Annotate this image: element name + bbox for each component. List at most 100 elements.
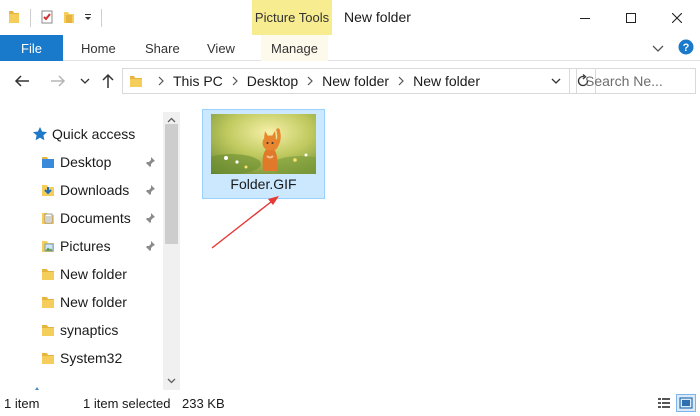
nav-item-label: New folder (60, 266, 127, 282)
partially-visible-item-icon (32, 382, 42, 390)
view-buttons (654, 394, 696, 412)
red-arrow-annotation (211, 196, 279, 249)
close-icon (672, 12, 682, 23)
nav-item-label: System32 (60, 350, 123, 366)
ribbon-tabs: File Home Share View Manage ? (0, 35, 700, 61)
tab-share[interactable]: Share (145, 35, 180, 61)
maximize-icon (626, 12, 636, 23)
breadcrumb-separator[interactable] (307, 76, 314, 86)
toolbar-divider (101, 9, 102, 27)
minimize-button[interactable] (562, 0, 608, 35)
nav-item-label: Pictures (60, 238, 111, 254)
nav-item-system32[interactable]: System32 (40, 347, 122, 369)
desktop-folder-icon (40, 154, 56, 170)
chevron-down-icon (80, 78, 90, 84)
breadcrumb-separator[interactable] (232, 76, 238, 86)
minimize-icon (580, 17, 590, 19)
breadcrumb-new-folder-current[interactable]: New folder (413, 73, 480, 89)
chevron-right-icon (158, 76, 164, 86)
expand-ribbon-button[interactable] (652, 41, 664, 56)
folder-icon (129, 74, 143, 88)
tab-view[interactable]: View (207, 35, 235, 61)
back-arrow-icon (14, 75, 29, 87)
tab-manage[interactable]: Manage (261, 35, 328, 61)
file-item-folder-gif[interactable]: Folder.GIF (202, 109, 325, 199)
selection-size: 233 KB (182, 395, 225, 411)
pin-icon[interactable] (144, 156, 156, 168)
folder-icon (40, 266, 56, 282)
file-list: Folder.GIF (182, 100, 700, 390)
breadcrumb-desktop[interactable]: Desktop (247, 73, 298, 89)
recent-locations-button[interactable] (75, 71, 95, 91)
address-bar[interactable]: This PC Desktop New folder New folder (122, 68, 570, 94)
documents-folder-icon (40, 210, 56, 226)
up-button[interactable] (98, 71, 118, 91)
chevron-right-icon (398, 76, 404, 86)
selection-count: 1 item selected (83, 395, 171, 411)
up-arrow-icon (102, 73, 114, 88)
back-button[interactable] (12, 71, 32, 91)
breadcrumb-separator[interactable] (158, 76, 164, 86)
breadcrumb-this-pc[interactable]: This PC (173, 73, 223, 89)
maximize-button[interactable] (608, 0, 654, 35)
close-button[interactable] (654, 0, 700, 35)
nav-item-new-folder[interactable]: New folder (40, 263, 127, 285)
large-icons-view-button[interactable] (676, 394, 696, 412)
tab-home[interactable]: Home (81, 35, 116, 61)
forward-button[interactable] (48, 71, 68, 91)
title-bar: Picture Tools New folder (0, 0, 700, 35)
scroll-down-button[interactable] (166, 375, 177, 386)
kitten-photo-thumbnail (211, 114, 316, 174)
nav-item-label: Documents (60, 210, 131, 226)
address-row: This PC Desktop New folder New folder Se… (0, 62, 700, 100)
quick-access-toolbar (6, 7, 104, 29)
star-icon (32, 126, 48, 142)
chevron-down-icon (652, 45, 664, 52)
pin-icon[interactable] (144, 184, 156, 196)
pictures-folder-icon (40, 238, 56, 254)
properties-icon[interactable] (39, 9, 55, 28)
tab-file[interactable]: File (0, 35, 63, 61)
nav-item-pictures[interactable]: Pictures (40, 235, 111, 257)
navigation-pane: Quick access Desktop Downloads Documents… (0, 112, 182, 390)
chevron-down-icon (167, 378, 176, 383)
svg-text:?: ? (683, 42, 690, 54)
nav-item-label: Desktop (60, 154, 112, 170)
new-folder-icon[interactable] (61, 9, 77, 28)
picture-tools-context-tab: Picture Tools (252, 0, 332, 35)
customize-dropdown-icon[interactable] (83, 11, 93, 26)
ribbon-options: ? (652, 39, 694, 58)
breadcrumb-separator[interactable] (398, 76, 404, 86)
search-input[interactable]: Search Ne... (576, 68, 696, 94)
nav-item-new-folder-2[interactable]: New folder (40, 291, 127, 313)
pin-icon[interactable] (144, 240, 156, 252)
chevron-right-icon (307, 76, 314, 86)
help-button[interactable]: ? (678, 39, 694, 58)
status-bar: 1 item 1 item selected 233 KB (0, 390, 700, 416)
nav-item-synaptics[interactable]: synaptics (40, 319, 118, 341)
pin-icon[interactable] (144, 212, 156, 224)
folder-icon (40, 350, 56, 366)
folder-icon (40, 322, 56, 338)
chevron-right-icon (232, 76, 238, 86)
window-title: New folder (344, 9, 411, 25)
window-controls (562, 0, 700, 35)
chevron-down-icon (551, 78, 561, 84)
scroll-thumb[interactable] (165, 124, 178, 244)
forward-arrow-icon (51, 75, 66, 87)
nav-item-label: Downloads (60, 182, 130, 198)
breadcrumb-new-folder[interactable]: New folder (322, 73, 389, 89)
nav-item-label: New folder (60, 294, 127, 310)
folder-icon[interactable] (6, 9, 22, 28)
nav-item-desktop[interactable]: Desktop (40, 151, 111, 173)
nav-item-downloads[interactable]: Downloads (40, 179, 129, 201)
item-count: 1 item (4, 395, 40, 411)
large-icons-view-icon (679, 397, 693, 409)
downloads-folder-icon (40, 182, 56, 198)
nav-item-documents[interactable]: Documents (40, 207, 131, 229)
nav-item-quick-access[interactable]: Quick access (32, 123, 135, 145)
address-history-button[interactable] (551, 77, 561, 85)
help-icon: ? (678, 39, 694, 55)
details-view-button[interactable] (654, 394, 674, 412)
navigation-scrollbar[interactable] (163, 112, 180, 390)
